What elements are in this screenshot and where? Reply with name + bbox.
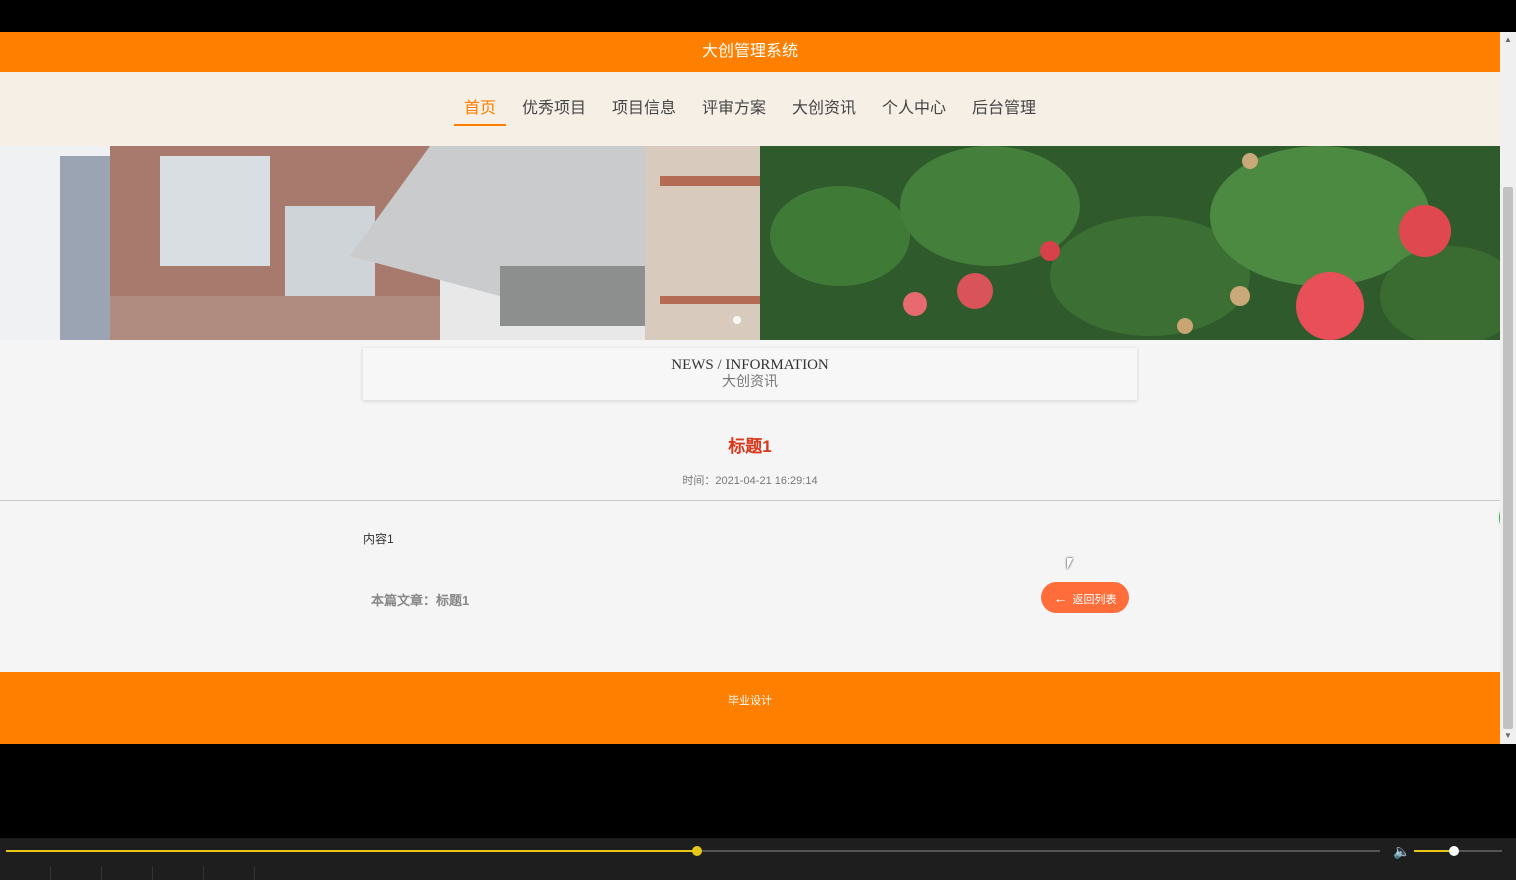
scroll-down-icon[interactable]: ▼ xyxy=(1503,730,1513,742)
main-nav: 首页 优秀项目 项目信息 评审方案 大创资讯 个人中心 后台管理 xyxy=(0,72,1500,146)
section-title-card: NEWS / INFORMATION 大创资讯 xyxy=(363,348,1137,400)
current-article-label: 本篇文章：标题1 xyxy=(371,593,470,608)
nav-item-personal-center[interactable]: 个人中心 xyxy=(872,98,956,124)
arrow-left-icon: ← xyxy=(1053,590,1068,606)
article-time: 时间：2021-04-21 16:29:14 xyxy=(682,475,818,487)
footer-text: 毕业设计 xyxy=(728,695,772,707)
seek-played xyxy=(6,850,698,852)
mouse-cursor-icon xyxy=(1067,558,1073,570)
site-footer: 毕业设计 xyxy=(0,672,1500,744)
seek-handle[interactable] xyxy=(692,846,703,856)
article-title: 标题1 xyxy=(728,437,772,456)
divider xyxy=(0,500,1500,501)
volume-fill xyxy=(1414,850,1454,852)
banner-carousel[interactable] xyxy=(0,146,1500,340)
carousel-indicator[interactable] xyxy=(733,316,741,324)
scroll-up-icon[interactable]: ▲ xyxy=(1503,34,1513,46)
scroll-thumb[interactable] xyxy=(1503,187,1513,729)
article-content: 内容1 xyxy=(363,532,394,546)
section-title-en: NEWS / INFORMATION xyxy=(671,357,829,373)
nav-item-excellent-projects[interactable]: 优秀项目 xyxy=(512,98,596,124)
site-header: 大创管理系统 xyxy=(0,32,1500,72)
back-to-list-label: 返回列表 xyxy=(1072,594,1117,606)
video-player-controls: 🔈 xyxy=(0,838,1516,880)
page-scrollbar[interactable]: ▲ ▼ xyxy=(1500,32,1516,744)
volume-icon[interactable]: 🔈 xyxy=(1393,843,1410,860)
browser-viewport: 大创管理系统 首页 优秀项目 项目信息 评审方案 大创资讯 个人中心 后台管理 xyxy=(0,32,1500,744)
nav-item-home[interactable]: 首页 xyxy=(453,98,506,126)
nav-item-project-info[interactable]: 项目信息 xyxy=(602,98,686,124)
nav-item-review-plan[interactable]: 评审方案 xyxy=(692,98,776,124)
volume-handle[interactable] xyxy=(1448,846,1459,856)
back-to-list-button[interactable]: ← 返回列表 xyxy=(1041,582,1129,613)
player-bottom-strip xyxy=(0,866,1516,880)
nav-item-admin[interactable]: 后台管理 xyxy=(962,98,1046,124)
section-title-cn: 大创资讯 xyxy=(722,375,778,390)
nav-item-news[interactable]: 大创资讯 xyxy=(782,98,866,124)
site-title: 大创管理系统 xyxy=(701,43,798,60)
banner-image xyxy=(0,146,1500,340)
